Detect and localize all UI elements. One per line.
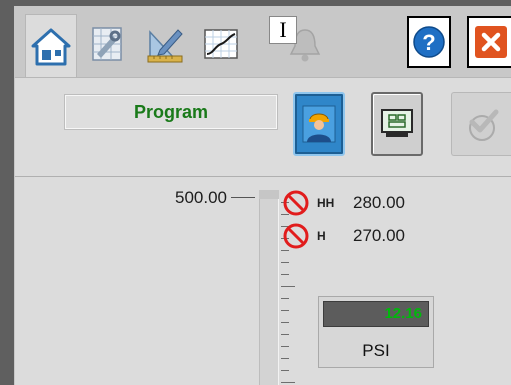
home-icon xyxy=(31,28,71,65)
scale-tick xyxy=(281,274,289,275)
operator-icon xyxy=(302,105,336,143)
alarm-limit-value: 280.00 xyxy=(353,193,405,212)
operator-button[interactable] xyxy=(293,92,345,156)
scale-tick xyxy=(281,310,289,311)
engineering-tools-icon xyxy=(92,27,122,61)
ruler-pencil-icon xyxy=(147,29,183,63)
pv-bar-cap xyxy=(259,190,279,199)
tab-bar: I ? xyxy=(15,6,511,78)
close-icon xyxy=(474,26,507,58)
scale-max-label: 500.00 xyxy=(175,188,227,207)
faceplate: I ? Program 500.00 HH 280.00 H 270.00 12… xyxy=(14,6,511,385)
mode-indicator: Program xyxy=(64,94,278,130)
section-divider xyxy=(15,176,511,177)
acknowledge-icon xyxy=(469,109,499,141)
scale-tick xyxy=(281,370,289,371)
help-button[interactable]: ? xyxy=(407,16,451,68)
scale-tick xyxy=(281,322,289,323)
scale-max-tick xyxy=(231,197,255,198)
tab-configuration[interactable] xyxy=(139,16,191,72)
pv-value: 12.16 xyxy=(323,301,429,327)
scale-tick xyxy=(281,358,289,359)
acknowledge-button[interactable] xyxy=(451,92,511,156)
disabled-alarm-icon[interactable] xyxy=(279,222,313,250)
scale-tick xyxy=(281,286,295,287)
disabled-alarm-icon[interactable] xyxy=(279,189,313,217)
alarm-limit-value: 270.00 xyxy=(353,226,405,245)
svg-text:?: ? xyxy=(422,30,435,55)
close-button[interactable] xyxy=(467,16,511,68)
tab-divider xyxy=(15,77,511,78)
pv-units: PSI xyxy=(362,341,390,360)
alarm-row-hh: HH 280.00 xyxy=(279,189,405,217)
alarm-code: HH xyxy=(317,196,335,210)
text-cursor-badge: I xyxy=(269,16,297,44)
scale-tick xyxy=(281,262,289,263)
alarm-code: H xyxy=(317,229,326,243)
maintenance-button[interactable] xyxy=(371,92,423,156)
maintenance-panel-icon xyxy=(381,109,413,137)
tab-trends[interactable] xyxy=(195,16,247,72)
scale-tick xyxy=(281,382,295,383)
scale-tick xyxy=(281,298,289,299)
scale-tick xyxy=(281,346,289,347)
pv-display: 12.16 PSI xyxy=(318,296,434,368)
scale-tick xyxy=(281,334,289,335)
pv-bar xyxy=(259,190,279,385)
tab-home[interactable] xyxy=(25,14,77,78)
trend-chart-icon xyxy=(204,29,238,59)
alarm-row-h: H 270.00 xyxy=(279,222,405,250)
scale-tick xyxy=(281,250,289,251)
help-icon: ? xyxy=(413,26,445,58)
tab-engineering[interactable] xyxy=(81,16,133,72)
